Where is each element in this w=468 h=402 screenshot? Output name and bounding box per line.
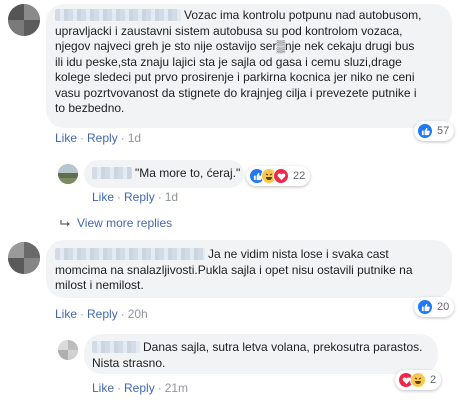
- like-button[interactable]: Like: [92, 190, 114, 204]
- reaction-summary[interactable]: 57: [414, 121, 455, 141]
- love-reaction-icon: [273, 168, 289, 184]
- view-more-replies-link[interactable]: View more replies: [77, 216, 172, 230]
- comment-text: Vozac ima kontrolu potpunu nad autobusom…: [55, 8, 422, 115]
- reaction-count: 57: [437, 125, 450, 137]
- comment-timestamp[interactable]: 20h: [128, 307, 148, 321]
- reply-text: Danas sajla, sutra letva volana, prekosu…: [92, 340, 423, 370]
- like-button[interactable]: Like: [55, 307, 77, 321]
- like-button[interactable]: Like: [92, 381, 114, 395]
- reply-button[interactable]: Reply: [124, 190, 155, 204]
- reply-text: "Ma more to, ćeraj.": [92, 166, 240, 182]
- reaction-count: 22: [293, 170, 306, 182]
- reaction-summary[interactable]: 2: [395, 370, 442, 390]
- replier-avatar[interactable]: [58, 164, 78, 184]
- haha-reaction-icon: [410, 372, 426, 388]
- reaction-count: 20: [437, 301, 450, 313]
- reaction-summary[interactable]: 22: [246, 166, 311, 186]
- replier-avatar[interactable]: [58, 340, 78, 360]
- like-reaction-icon: [417, 123, 433, 139]
- reply-timestamp[interactable]: 1d: [165, 190, 178, 204]
- commenter-avatar[interactable]: [8, 242, 40, 274]
- commenter-name[interactable]: [55, 9, 181, 21]
- comment-timestamp[interactable]: 1d: [128, 131, 141, 145]
- reply-button[interactable]: Reply: [124, 381, 155, 395]
- replier-name[interactable]: [92, 341, 140, 353]
- commenter-avatar[interactable]: [8, 4, 40, 36]
- reply-button[interactable]: Reply: [87, 307, 118, 321]
- like-button[interactable]: Like: [55, 131, 77, 145]
- reply-timestamp[interactable]: 21m: [165, 381, 188, 395]
- replier-name[interactable]: [92, 167, 132, 179]
- reply-button[interactable]: Reply: [87, 131, 118, 145]
- reply-arrow-icon[interactable]: [60, 218, 72, 232]
- commenter-name[interactable]: [55, 248, 205, 260]
- reaction-summary[interactable]: 20: [414, 297, 455, 317]
- reaction-count: 2: [430, 374, 437, 386]
- comment-text: Ja ne vidim nista lose i svaka cast momc…: [55, 247, 413, 292]
- like-reaction-icon: [417, 299, 433, 315]
